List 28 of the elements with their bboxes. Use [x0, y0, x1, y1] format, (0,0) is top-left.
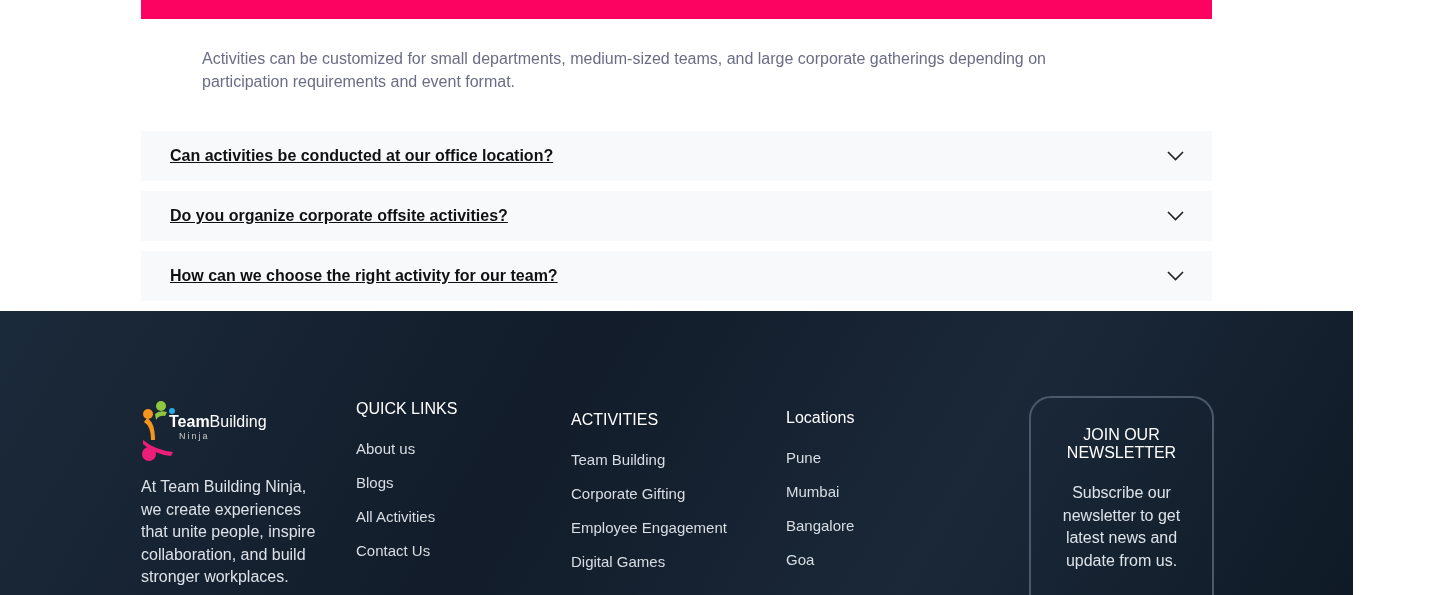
footer-link[interactable]: Mumbai	[786, 483, 840, 500]
column-heading: Locations	[786, 409, 855, 427]
faq-item[interactable]: How can we choose the right activity for our team?	[141, 251, 1212, 301]
footer-link[interactable]: Employee Engagement	[571, 519, 727, 536]
footer-link[interactable]: Contact Us	[356, 542, 431, 559]
chevron-down-icon	[1167, 211, 1184, 221]
footer-link[interactable]: Team Building	[571, 451, 666, 468]
newsletter-text: Subscribe our newsletter to get latest news and update from us.	[1061, 483, 1182, 571]
column-heading: ACTIVITIES	[571, 411, 659, 429]
footer-link[interactable]: All Activities	[356, 508, 436, 525]
chevron-down-icon	[1167, 271, 1184, 281]
faq-item[interactable]: Do you organize corporate offsite activities?	[141, 191, 1212, 241]
footer-link[interactable]: Digital Games	[571, 553, 666, 570]
newsletter-title: JOIN OUR NEWSLETTER	[1065, 426, 1178, 462]
footer-link[interactable]: Blogs	[356, 474, 394, 491]
footer-link[interactable]: About us	[356, 440, 416, 457]
faq-item[interactable]: Can activities be conducted at our office location?	[141, 131, 1212, 181]
faq-answer: Activities can be customized for small departments, medium-sized teams, and large corporate gatherings depending on participation requirements and event format.	[202, 49, 1047, 92]
footer-link[interactable]: Corporate Gifting	[571, 485, 686, 502]
column-heading: QUICK LINKS	[356, 400, 458, 418]
faq-header-bar[interactable]	[141, 0, 1212, 19]
footer-link[interactable]: Goa	[786, 551, 815, 568]
logo-tagline: Ninja	[179, 431, 211, 441]
about-text: At Team Building Ninja, we create experiences that unite people, inspire collaboration, and build stronger workplaces.	[141, 477, 317, 587]
logo-wordmark: TeamBuilding	[169, 413, 267, 431]
footer-link[interactable]: Pune	[786, 449, 822, 466]
chevron-down-icon	[1167, 151, 1184, 161]
footer-link[interactable]: Bangalore	[786, 517, 855, 534]
